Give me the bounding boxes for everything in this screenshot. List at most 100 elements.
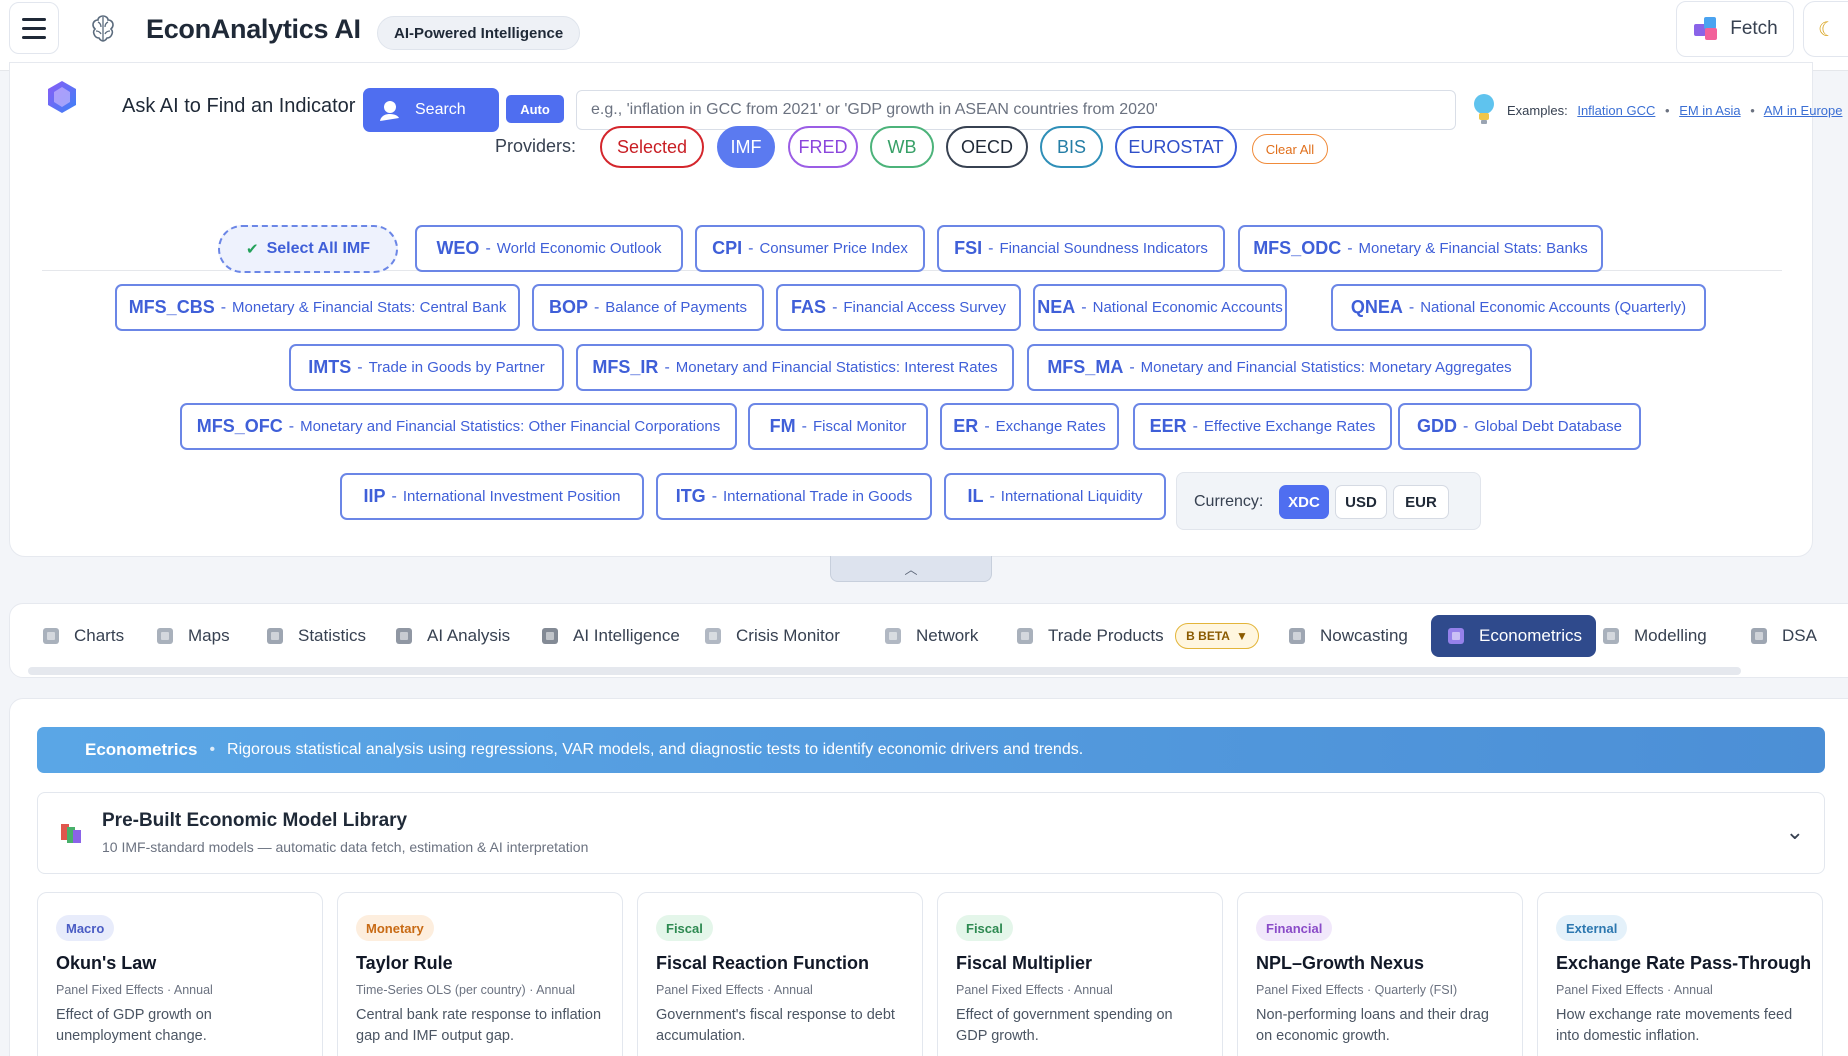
dash-separator: - xyxy=(989,487,995,505)
provider-chip-fred[interactable]: FRED xyxy=(788,126,858,168)
tab-modelling[interactable]: Modelling xyxy=(1592,615,1715,657)
checkmark-icon: ✔ xyxy=(245,241,259,258)
example-link-inflation-gcc[interactable]: Inflation GCC xyxy=(1577,103,1655,118)
model-card[interactable]: Financial NPL–Growth Nexus Panel Fixed Eff… xyxy=(1237,892,1523,1056)
dataset-name: Monetary & Financial Stats: Central Bank xyxy=(232,299,507,316)
tab-econometrics[interactable]: Econometrics xyxy=(1431,615,1596,657)
cubes-icon xyxy=(1694,17,1718,40)
dataset-chip-fsi[interactable]: FSI - Financial Soundness Indicators xyxy=(937,225,1225,272)
ask-ai-row: Ask AI to Find an Indicator Search Auto … xyxy=(44,73,1842,132)
crisis-icon xyxy=(705,628,721,644)
dataset-chip-cpi[interactable]: CPI - Consumer Price Index xyxy=(695,225,925,272)
clear-all-button[interactable]: Clear All xyxy=(1252,134,1328,164)
dataset-chip-iip[interactable]: IIP - International Investment Position xyxy=(340,473,644,520)
dataset-chip-mfs-cbs[interactable]: MFS_CBS - Monetary & Financial Stats: Cent… xyxy=(115,284,520,331)
dataset-chip-itg[interactable]: ITG - International Trade in Goods xyxy=(656,473,932,520)
dataset-chip-mfs-ma[interactable]: MFS_MA - Monetary and Financial Statistics… xyxy=(1027,344,1532,391)
dash-separator: - xyxy=(984,417,990,435)
currency-option-xdc[interactable]: XDC xyxy=(1279,485,1329,519)
dataset-chip-mfs-ir[interactable]: MFS_IR - Monetary and Financial Statistics… xyxy=(576,344,1014,391)
model-method: Time-Series OLS (per country) · Annual xyxy=(356,983,576,997)
dash-separator: - xyxy=(711,487,718,505)
dataset-chip-bop[interactable]: BOP - Balance of Payments xyxy=(532,284,764,331)
model-card[interactable]: Fiscal Fiscal Multiplier Panel Fixed Effec… xyxy=(937,892,1223,1056)
auto-mode-button[interactable]: Auto xyxy=(506,95,564,123)
dataset-code: WEO xyxy=(436,238,480,258)
dataset-code: QNEA xyxy=(1350,297,1403,317)
model-category-badge: Fiscal xyxy=(956,915,1013,941)
model-card[interactable]: Macro Okun's Law Panel Fixed Effects · Ann… xyxy=(37,892,323,1056)
provider-chip-oecd[interactable]: OECD xyxy=(946,126,1028,168)
dataset-chip-er[interactable]: ER - Exchange Rates xyxy=(940,403,1119,450)
banner-description: Rigorous statistical analysis using regr… xyxy=(227,741,1084,758)
dataset-code: MFS_MA xyxy=(1047,357,1124,377)
model-description: Non-performing loans and their drag on e… xyxy=(1256,1007,1489,1044)
collapse-panel-button[interactable]: ︿ xyxy=(830,556,992,582)
provider-chip-selected[interactable]: Selected xyxy=(600,126,704,168)
provider-chip-imf[interactable]: IMF xyxy=(717,126,775,168)
model-category-badge: External xyxy=(1556,915,1628,941)
dataset-chip-eer[interactable]: EER - Effective Exchange Rates xyxy=(1133,403,1392,450)
chevron-down-icon[interactable]: ⌄ xyxy=(1786,819,1804,845)
model-card[interactable]: External Exchange Rate Pass-Through Panel … xyxy=(1537,892,1823,1056)
dash-separator: - xyxy=(593,298,600,316)
theme-toggle-button[interactable]: ☾ xyxy=(1803,1,1848,57)
tab-dsa[interactable]: DSA xyxy=(1740,615,1825,657)
books-icon xyxy=(61,824,81,843)
dataset-chip-mfs-ofc[interactable]: MFS_OFC - Monetary and Financial Statistic… xyxy=(180,403,737,450)
dash-separator: - xyxy=(1081,298,1087,316)
dataset-name: International Investment Position xyxy=(402,488,621,505)
tab-network[interactable]: Network xyxy=(874,615,986,657)
dataset-code: GDD xyxy=(1417,416,1458,436)
dataset-name: International Trade in Goods xyxy=(723,488,913,505)
provider-chip-eurostat[interactable]: EUROSTAT xyxy=(1115,126,1237,168)
module-tabs: Charts Maps Statistics AI Analysis AI Intell… xyxy=(9,603,1848,678)
dataset-code: BOP xyxy=(548,297,588,317)
provider-chip-bis[interactable]: BIS xyxy=(1040,126,1103,168)
dataset-chip-qnea[interactable]: QNEA - National Economic Accounts (Quarter… xyxy=(1331,284,1706,331)
menu-icon[interactable] xyxy=(9,2,59,54)
tab-ai-intelligence[interactable]: AI Intelligence xyxy=(531,615,688,657)
dataset-code: IIP xyxy=(363,486,386,506)
tabs-scrollbar[interactable] xyxy=(28,667,1741,675)
model-card[interactable]: Fiscal Fiscal Reaction Function Panel Fixe… xyxy=(637,892,923,1056)
ai-analysis-icon xyxy=(396,628,412,644)
tab-nowcasting[interactable]: Nowcasting xyxy=(1278,615,1416,657)
user-search-icon xyxy=(380,101,399,121)
fetch-button[interactable]: Fetch xyxy=(1676,1,1794,57)
select-all-imf-button[interactable]: ✔ Select All IMF xyxy=(218,225,398,273)
caret-down-icon: ▼ xyxy=(1235,629,1248,643)
tab-crisis-monitor[interactable]: Crisis Monitor xyxy=(694,615,848,657)
tab-trade-products[interactable]: Trade Products xyxy=(1006,615,1172,657)
dataset-code: MFS_CBS xyxy=(128,297,215,317)
dataset-chip-mfs-odc[interactable]: MFS_ODC - Monetary & Financial Stats: Bank… xyxy=(1238,225,1603,272)
dataset-chip-gdd[interactable]: GDD - Global Debt Database xyxy=(1398,403,1641,450)
dataset-chip-fas[interactable]: FAS - Financial Access Survey xyxy=(776,284,1021,331)
select-all-label: Select All IMF xyxy=(266,240,370,257)
dataset-chip-il[interactable]: IL - International Liquidity xyxy=(944,473,1166,520)
example-link-am-europe[interactable]: AM in Europe xyxy=(1764,103,1843,118)
example-link-em-asia[interactable]: EM in Asia xyxy=(1679,103,1740,118)
currency-option-usd[interactable]: USD xyxy=(1335,485,1387,519)
currency-selector: Currency: XDC USD EUR xyxy=(1176,472,1481,530)
model-card[interactable]: Monetary Taylor Rule Time-Series OLS (per … xyxy=(337,892,623,1056)
tab-maps[interactable]: Maps xyxy=(146,615,238,657)
dataset-code: CPI xyxy=(712,238,743,258)
indicator-search-input[interactable] xyxy=(576,90,1456,130)
tab-statistics[interactable]: Statistics xyxy=(256,615,374,657)
dataset-name: World Economic Outlook xyxy=(496,240,662,257)
dataset-chip-imts[interactable]: IMTS - Trade in Goods by Partner xyxy=(289,344,564,391)
provider-chip-wb[interactable]: WB xyxy=(870,126,934,168)
econometrics-content: Econometrics • Rigorous statistical anal… xyxy=(9,698,1848,1056)
tab-ai-analysis[interactable]: AI Analysis xyxy=(385,615,518,657)
dataset-chip-weo[interactable]: WEO - World Economic Outlook xyxy=(415,225,683,272)
dataset-name: National Economic Accounts (Quarterly) xyxy=(1420,299,1687,316)
tab-charts[interactable]: Charts xyxy=(32,615,132,657)
currency-option-eur[interactable]: EUR xyxy=(1393,485,1449,519)
dataset-chip-fm[interactable]: FM - Fiscal Monitor xyxy=(748,403,928,450)
ai-search-button[interactable]: Search xyxy=(363,88,499,132)
model-library-header[interactable]: Pre-Built Economic Model Library 10 IMF-… xyxy=(37,792,1825,874)
nowcasting-icon xyxy=(1289,628,1305,644)
beta-badge[interactable]: B BETA ▼ xyxy=(1175,623,1259,649)
dataset-chip-nea[interactable]: NEA - National Economic Accounts xyxy=(1033,284,1287,331)
